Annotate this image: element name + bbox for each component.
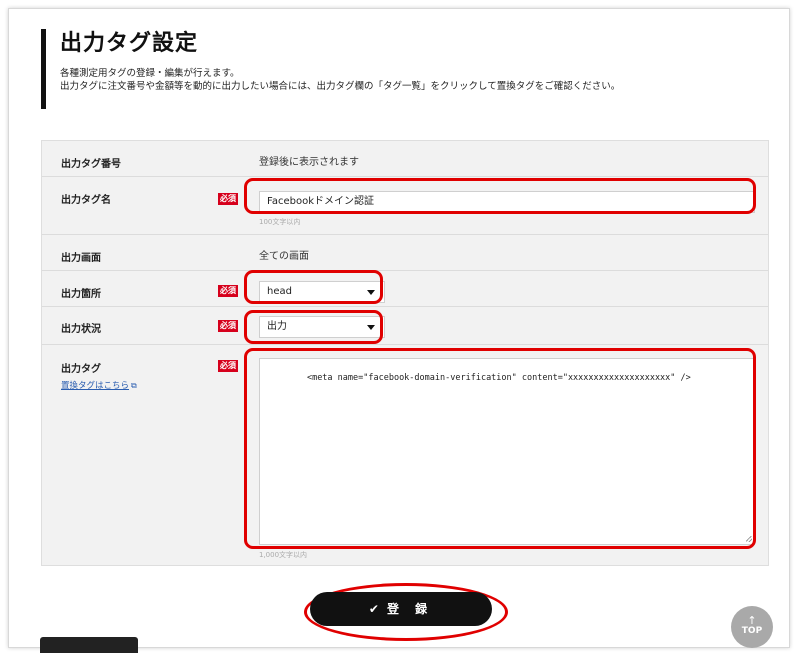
footer-tab xyxy=(40,637,138,653)
output-tag-hint: 1,000文字以内 xyxy=(259,551,308,559)
row-tag-number: 出力タグ番号 登録後に表示されます xyxy=(42,141,768,177)
row-output-status: 出力状況 必須 出力 xyxy=(42,307,768,345)
external-link-icon: ⧉ xyxy=(131,381,137,390)
output-location-select[interactable]: head xyxy=(259,281,385,303)
back-to-top-button[interactable]: ↑ TOP xyxy=(731,606,773,648)
tag-name-hint: 100文字以内 xyxy=(259,218,301,226)
resize-handle-icon[interactable] xyxy=(746,536,752,542)
output-screen-label: 出力画面 xyxy=(61,253,101,264)
output-status-select[interactable]: 出力 xyxy=(259,316,385,338)
replacement-tags-link[interactable]: 置換タグはこちら ⧉ xyxy=(61,379,137,391)
row-output-tag: 出力タグ 置換タグはこちら ⧉ 必須 <meta name="facebook-d… xyxy=(42,345,768,567)
tag-settings-form: 出力タグ番号 登録後に表示されます 出力タグ名 必須 Facebookドメイン認… xyxy=(41,140,769,566)
row-output-screen: 出力画面 全ての画面 xyxy=(42,235,768,271)
register-button-label: 登 録 xyxy=(386,602,434,616)
register-button[interactable]: ✔ 登 録 xyxy=(310,592,492,626)
output-tag-label: 出力タグ xyxy=(61,364,101,375)
chevron-down-icon xyxy=(367,290,375,295)
title-block: 出力タグ設定 各種測定用タグの登録・編集が行えます。 出力タグに注文番号や金額等… xyxy=(41,29,620,109)
required-badge: 必須 xyxy=(218,360,238,372)
check-icon: ✔ xyxy=(368,602,379,616)
page-title: 出力タグ設定 xyxy=(60,31,199,56)
page-frame: 出力タグ設定 各種測定用タグの登録・編集が行えます。 出力タグに注文番号や金額等… xyxy=(8,8,790,648)
back-to-top-label: TOP xyxy=(741,626,763,636)
chevron-down-icon xyxy=(367,325,375,330)
output-location-label: 出力箇所 xyxy=(61,289,101,300)
tag-number-label: 出力タグ番号 xyxy=(61,159,121,170)
required-badge: 必須 xyxy=(218,285,238,297)
output-tag-code: <meta name="facebook-domain-verification… xyxy=(306,373,691,383)
tag-number-value: 登録後に表示されます xyxy=(259,157,359,168)
required-badge: 必須 xyxy=(218,193,238,205)
output-status-selected: 出力 xyxy=(267,321,287,332)
page-description-line-1: 各種測定用タグの登録・編集が行えます。 xyxy=(60,68,240,79)
tag-name-label: 出力タグ名 xyxy=(61,195,111,206)
required-badge: 必須 xyxy=(218,320,238,332)
row-output-location: 出力箇所 必須 head xyxy=(42,271,768,307)
output-location-selected: head xyxy=(267,286,292,297)
page-description-line-2: 出力タグに注文番号や金額等を動的に出力したい場合には、出力タグ欄の「タグ一覧」を… xyxy=(60,81,621,92)
output-tag-textarea[interactable]: <meta name="facebook-domain-verification… xyxy=(259,358,755,545)
output-status-label: 出力状況 xyxy=(61,324,101,335)
arrow-up-icon: ↑ xyxy=(747,614,757,627)
output-screen-value: 全ての画面 xyxy=(259,251,309,262)
tag-name-input[interactable]: Facebookドメイン認証 xyxy=(259,191,755,213)
replacement-tags-link-text: 置換タグはこちら xyxy=(61,381,130,391)
row-tag-name: 出力タグ名 必須 Facebookドメイン認証 100文字以内 xyxy=(42,177,768,235)
